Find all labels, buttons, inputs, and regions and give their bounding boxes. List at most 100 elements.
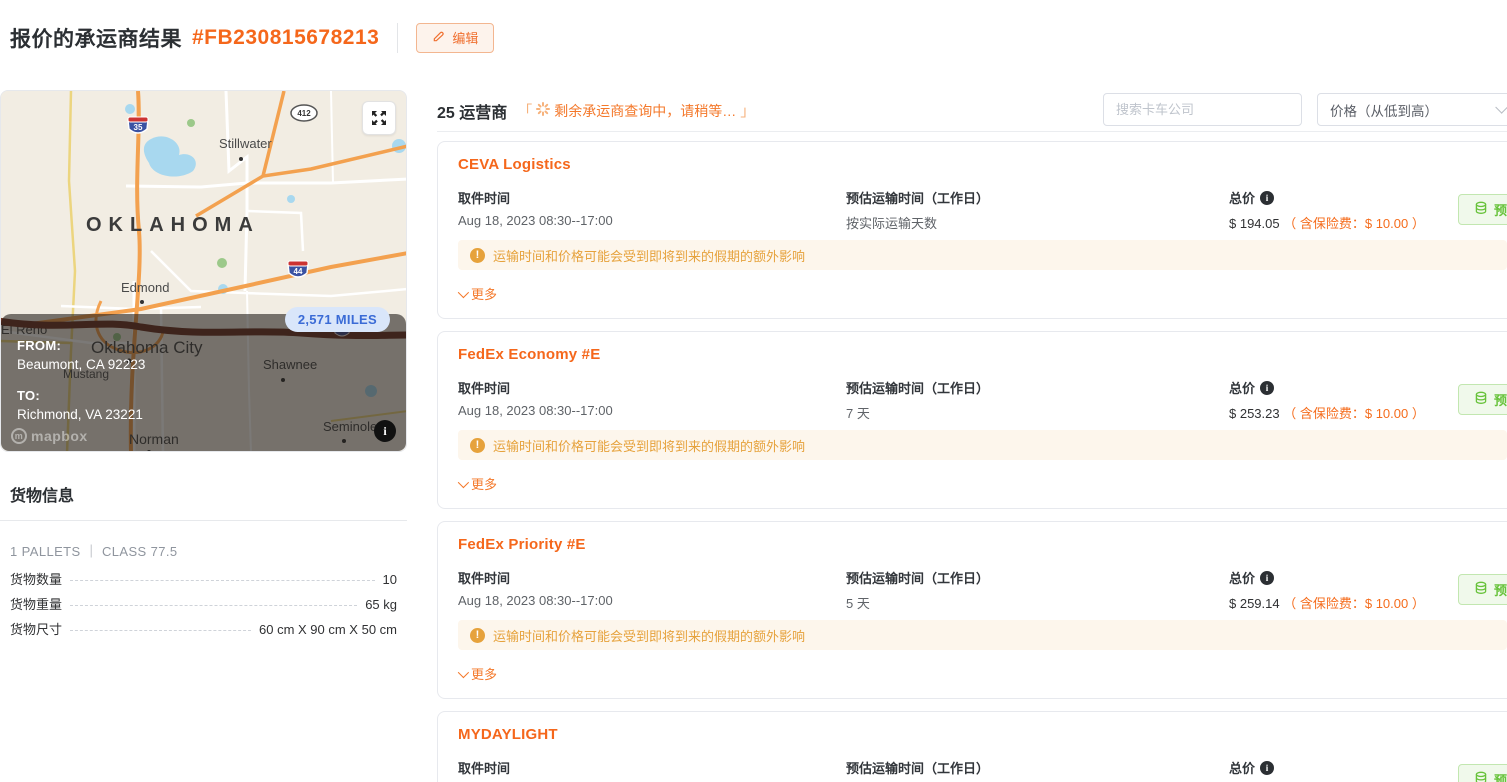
book-button[interactable]: 预订 (1458, 574, 1507, 605)
loading-notice-text: 剩余承运商查询中，请稍等… (554, 101, 736, 121)
cargo-row: 货物尺寸 60 cm X 90 cm X 50 cm (0, 616, 407, 641)
price-value: $ 194.05 (1229, 216, 1280, 231)
map-city-label: Edmond (121, 280, 169, 295)
to-value: Richmond, VA 23221 (17, 407, 390, 422)
pickup-value: Aug 18, 2023 08:30--17:00 (458, 213, 838, 228)
coin-icon (1474, 581, 1488, 598)
book-button[interactable]: 预订 (1458, 194, 1507, 225)
book-button-label: 预订 (1494, 200, 1507, 219)
coin-icon (1474, 201, 1488, 218)
carrier-card: FedEx Economy #E 取件时间 Aug 18, 2023 08:30… (437, 331, 1507, 509)
more-toggle[interactable]: 更多 (458, 664, 497, 683)
carrier-card: FedEx Priority #E 取件时间 Aug 18, 2023 08:3… (437, 521, 1507, 699)
book-button-label: 预订 (1494, 580, 1507, 599)
warning-icon: ! (470, 248, 485, 263)
dotted-leader (70, 630, 251, 631)
holiday-warning: ! 运输时间和价格可能会受到即将到来的假期的额外影响 (458, 620, 1507, 650)
carrier-name: FedEx Priority #E (458, 536, 1506, 553)
carrier-name: MYDAYLIGHT (458, 726, 1506, 743)
order-id: #FB230815678213 (192, 26, 379, 50)
cargo-row-value: 65 kg (365, 597, 397, 612)
distance-badge: 2,571 MILES (285, 307, 390, 332)
map-fullscreen-button[interactable] (362, 101, 396, 135)
warning-text: 运输时间和价格可能会受到即将到来的假期的额外影响 (493, 626, 805, 645)
chevron-down-icon (458, 286, 469, 297)
transit-value: 按实际运输天数 (846, 213, 1206, 232)
warning-text: 运输时间和价格可能会受到即将到来的假期的额外影响 (493, 436, 805, 455)
coin-icon (1474, 391, 1488, 408)
book-button[interactable]: 预订 (1458, 764, 1507, 782)
coin-icon (1474, 771, 1488, 782)
insurance-note: （ 含保险费：$ 10.00 ） (1283, 216, 1425, 231)
cargo-row: 货物数量 10 (0, 566, 407, 591)
price-info-icon[interactable]: i (1260, 571, 1274, 585)
svg-text:412: 412 (297, 109, 311, 118)
us412-shield: 412 (291, 105, 317, 121)
more-label: 更多 (471, 474, 497, 493)
chevron-down-icon (458, 666, 469, 677)
pickup-value: Aug 18, 2023 08:30--17:00 (458, 403, 838, 418)
results-header: 25 运营商 「 剩余承运商查询中，请稍等… 」 价格（从低到高） (437, 90, 1507, 132)
cargo-row-label: 货物数量 (10, 569, 62, 588)
pickup-value: Aug 18, 2023 08:30--17:00 (458, 593, 838, 608)
price-info-icon[interactable]: i (1260, 191, 1274, 205)
pickup-label: 取件时间 (458, 568, 838, 587)
page-title: 报价的承运商结果 (10, 23, 182, 53)
search-input[interactable] (1103, 93, 1302, 126)
book-button[interactable]: 预订 (1458, 384, 1507, 415)
loading-notice: 「 剩余承运商查询中，请稍等… 」 (517, 100, 755, 121)
warning-text: 运输时间和价格可能会受到即将到来的假期的额外影响 (493, 246, 805, 265)
cargo-row-value: 10 (383, 572, 397, 587)
more-toggle[interactable]: 更多 (458, 474, 497, 493)
cargo-row-label: 货物尺寸 (10, 619, 62, 638)
cargo-summary: 1 PALLETS ｜ CLASS 77.5 (0, 521, 407, 566)
holiday-warning: ! 运输时间和价格可能会受到即将到来的假期的额外影响 (458, 430, 1507, 460)
carrier-list: CEVA Logistics 取件时间 Aug 18, 2023 08:30--… (437, 141, 1507, 782)
results-count: 25 运营商 (437, 99, 507, 123)
price-info-icon[interactable]: i (1260, 761, 1274, 775)
bracket-close: 」 (740, 100, 755, 121)
bracket-open: 「 (517, 100, 532, 121)
sort-select-value: 价格（从低到高） (1330, 100, 1438, 120)
header-divider (397, 23, 398, 53)
map-city-label: Stillwater (219, 136, 272, 151)
transit-value: 7 天 (846, 403, 1206, 422)
svg-text:35: 35 (134, 123, 143, 132)
transit-value: 5 天 (846, 593, 1206, 612)
quote-results-page: 报价的承运商结果 #FB230815678213 编辑 (0, 0, 1507, 782)
results-panel: 25 运营商 「 剩余承运商查询中，请稍等… 」 价格（从低到高） (437, 90, 1507, 782)
carrier-card: MYDAYLIGHT 取件时间 Aug 18, 2023 08:30--17:0… (437, 711, 1507, 782)
total-price-label: 总价 i (1229, 568, 1454, 587)
holiday-warning: ! 运输时间和价格可能会受到即将到来的假期的额外影响 (458, 240, 1507, 270)
map-info-button[interactable]: i (374, 420, 396, 442)
book-button-label: 预订 (1494, 390, 1507, 409)
insurance-note: （ 含保险费：$ 10.00 ） (1283, 406, 1425, 421)
price-value: $ 253.23 (1229, 406, 1280, 421)
svg-text:44: 44 (294, 267, 303, 276)
left-column: OKLAHOMA Stillwater Edmond El Reno 35 41… (0, 90, 407, 641)
more-toggle[interactable]: 更多 (458, 284, 497, 303)
warning-icon: ! (470, 628, 485, 643)
transit-label: 预估运输时间（工作日） (846, 188, 1206, 207)
carrier-name: FedEx Economy #E (458, 346, 1506, 363)
dotted-leader (70, 605, 357, 606)
pickup-label: 取件时间 (458, 758, 838, 777)
mapbox-wordmark: mapbox (31, 428, 88, 444)
more-label: 更多 (471, 284, 497, 303)
sort-select[interactable]: 价格（从低到高） (1317, 93, 1507, 126)
transit-label: 预估运输时间（工作日） (846, 378, 1206, 397)
chevron-down-icon (1495, 101, 1507, 114)
chevron-down-icon (458, 476, 469, 487)
price-info-icon[interactable]: i (1260, 381, 1274, 395)
fullscreen-icon (371, 110, 387, 126)
i35-shield: 35 (128, 117, 148, 133)
pickup-label: 取件时间 (458, 378, 838, 397)
pencil-icon (432, 30, 445, 46)
edit-button-label: 编辑 (452, 28, 478, 47)
cargo-row: 货物重量 65 kg (0, 591, 407, 616)
edit-button[interactable]: 编辑 (416, 23, 494, 53)
route-map[interactable]: OKLAHOMA Stillwater Edmond El Reno 35 41… (0, 90, 407, 452)
spinner-icon (536, 102, 550, 119)
to-label: TO: (17, 388, 390, 403)
carrier-name: CEVA Logistics (458, 156, 1506, 173)
